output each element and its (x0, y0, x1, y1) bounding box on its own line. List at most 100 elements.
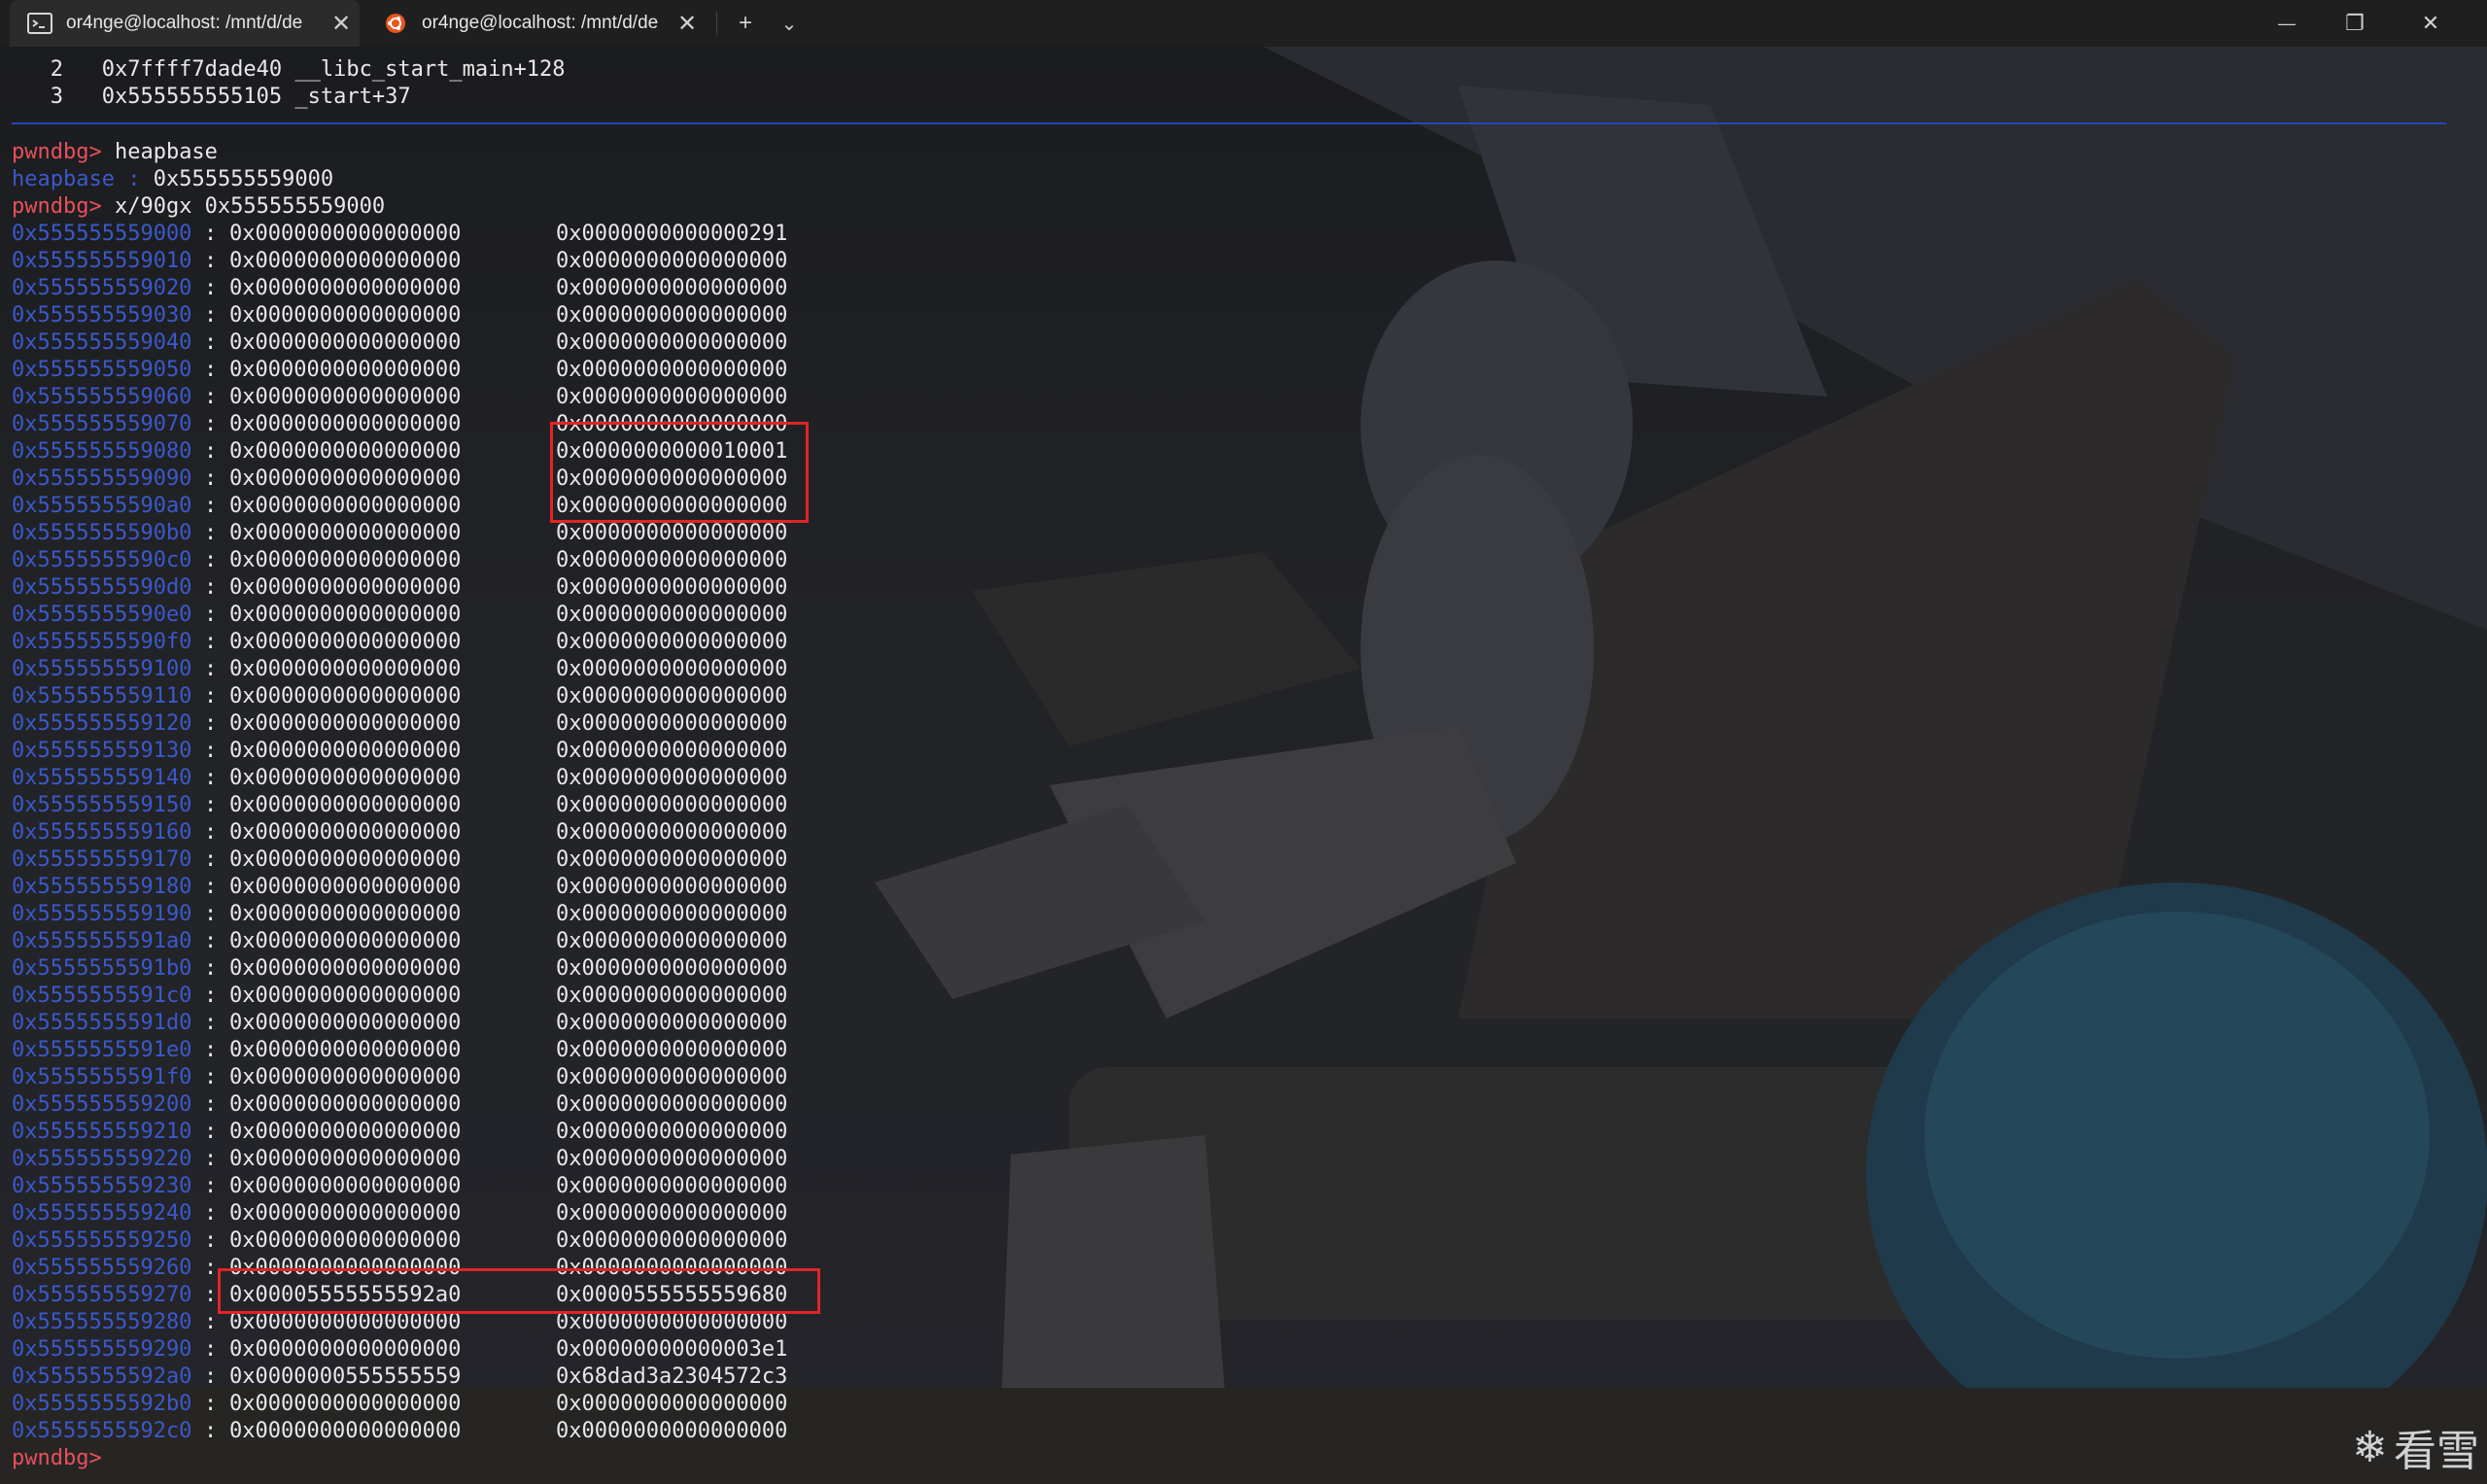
address-colon: : (204, 820, 218, 845)
memory-value: 0x0000000000000000 (229, 1419, 462, 1443)
memory-address: 0x5555555591c0 (12, 984, 192, 1008)
tab-dropdown-button[interactable]: ⌄ (768, 0, 811, 47)
memory-value: 0x0000000000000000 (556, 1120, 788, 1144)
address-colon: : (204, 1174, 218, 1198)
address-colon: : (204, 902, 218, 926)
minimize-button[interactable]: — (2253, 0, 2321, 47)
memory-value: 0x0000000000000000 (229, 684, 462, 708)
address-colon: : (204, 847, 218, 872)
memory-value: 0x0000000000000000 (229, 1174, 462, 1198)
command-text: x/90gx 0x555555559000 (101, 194, 386, 219)
memory-address: 0x5555555591d0 (12, 1011, 192, 1035)
address-colon: : (204, 303, 218, 328)
address-colon: : (204, 1364, 218, 1389)
memory-value: 0x00000000000003e1 (556, 1337, 788, 1362)
memory-value: 0x0000000000000000 (556, 603, 788, 627)
new-tab-button[interactable]: + (724, 0, 767, 47)
address-colon: : (204, 412, 218, 436)
memory-value: 0x0000000000000000 (229, 222, 462, 246)
memory-address: 0x555555559090 (12, 466, 192, 491)
memory-value: 0x0000000000000000 (556, 521, 788, 545)
memory-value: 0x0000000000000000 (229, 956, 462, 981)
memory-address: 0x5555555592c0 (12, 1419, 192, 1443)
close-window-button[interactable]: ✕ (2389, 0, 2472, 47)
address-colon: : (204, 439, 218, 464)
memory-value: 0x0000000000000000 (556, 956, 788, 981)
memory-value: 0x0000000000000000 (229, 412, 462, 436)
address-colon: : (204, 956, 218, 981)
memory-value: 0x0000000000000000 (229, 276, 462, 300)
memory-value: 0x0000000000000000 (229, 1120, 462, 1144)
memory-address: 0x555555559020 (12, 276, 192, 300)
memory-value: 0x0000000000000000 (556, 575, 788, 600)
memory-value: 0x68dad3a2304572c3 (556, 1364, 788, 1389)
memory-value: 0x0000000000000000 (229, 575, 462, 600)
address-colon: : (204, 1283, 218, 1307)
memory-value: 0x0000000000000000 (556, 385, 788, 409)
memory-address: 0x555555559230 (12, 1174, 192, 1198)
address-colon: : (204, 1310, 218, 1334)
memory-address: 0x555555559050 (12, 358, 192, 382)
address-colon: : (204, 630, 218, 654)
close-tab-icon[interactable]: ✕ (323, 10, 360, 38)
snowflake-icon: ❄ (2352, 1422, 2388, 1472)
address-colon: : (204, 1011, 218, 1035)
heapbase-output: heapbase : 0x555555559000 (12, 166, 333, 193)
memory-value: 0x0000000000000000 (229, 1038, 462, 1062)
memory-value: 0x0000000000000000 (229, 439, 462, 464)
memory-value: 0x0000000000000000 (556, 358, 788, 382)
memory-value: 0x0000000000000000 (229, 358, 462, 382)
memory-value: 0x0000000000000000 (229, 793, 462, 817)
highlight-box-10001 (550, 422, 809, 523)
address-colon: : (204, 276, 218, 300)
tab-label: or4nge@localhost: /mnt/d/de (66, 13, 303, 33)
memory-value: 0x0000000000000000 (229, 521, 462, 545)
highlight-box-pointers (218, 1268, 820, 1314)
command-line: pwndbg> x/90gx 0x555555559000 (12, 193, 385, 221)
close-tab-icon[interactable]: ✕ (669, 10, 706, 38)
address-colon: : (204, 1228, 218, 1253)
memory-address: 0x555555559220 (12, 1147, 192, 1171)
address-colon: : (204, 1038, 218, 1062)
memory-value: 0x0000000000000000 (229, 1011, 462, 1035)
memory-address: 0x555555559270 (12, 1283, 192, 1307)
address-colon: : (204, 521, 218, 545)
address-colon: : (204, 793, 218, 817)
tab-label: or4nge@localhost: /mnt/d/de (422, 13, 659, 33)
memory-value: 0x0000000000000000 (556, 249, 788, 273)
memory-value: 0x0000000000000000 (556, 684, 788, 708)
address-colon: : (204, 1065, 218, 1089)
memory-address: 0x555555559100 (12, 657, 192, 681)
memory-value: 0x0000000000000000 (229, 929, 462, 953)
memory-value: 0x0000000000000000 (229, 1228, 462, 1253)
memory-value: 0x0000000000000000 (229, 249, 462, 273)
tab-terminal-2[interactable]: or4nge@localhost: /mnt/d/de ✕ (365, 0, 706, 47)
memory-value: 0x0000000000000000 (229, 820, 462, 845)
memory-value: 0x0000000000000000 (556, 875, 788, 899)
memory-address: 0x5555555591b0 (12, 956, 192, 981)
memory-address: 0x555555559180 (12, 875, 192, 899)
address-colon: : (204, 1337, 218, 1362)
memory-value: 0x0000000000000000 (556, 1174, 788, 1198)
memory-value: 0x0000000000000000 (556, 1228, 788, 1253)
command-line: pwndbg> (12, 1445, 102, 1472)
memory-value: 0x0000000000000000 (229, 657, 462, 681)
tab-terminal-1[interactable]: or4nge@localhost: /mnt/d/de ✕ (10, 0, 360, 47)
heapbase-separator: : (114, 167, 154, 191)
terminal-icon (27, 13, 52, 34)
memory-address: 0x555555559010 (12, 249, 192, 273)
memory-address: 0x555555559140 (12, 766, 192, 790)
restore-button[interactable]: ❐ (2321, 0, 2389, 47)
memory-value: 0x0000000000000000 (229, 1065, 462, 1089)
memory-value: 0x0000000000000000 (556, 902, 788, 926)
address-colon: : (204, 1120, 218, 1144)
address-colon: : (204, 684, 218, 708)
command-line: pwndbg> heapbase (12, 139, 218, 166)
terminal-pane[interactable]: 2 0x7ffff7dade40 __libc_start_main+128 3… (0, 47, 2487, 1484)
memory-value: 0x0000000000000000 (556, 984, 788, 1008)
memory-address: 0x555555559150 (12, 793, 192, 817)
memory-address: 0x555555559250 (12, 1228, 192, 1253)
memory-value: 0x0000000000000000 (229, 766, 462, 790)
memory-value: 0x0000000000000000 (229, 630, 462, 654)
address-colon: : (204, 1392, 218, 1416)
